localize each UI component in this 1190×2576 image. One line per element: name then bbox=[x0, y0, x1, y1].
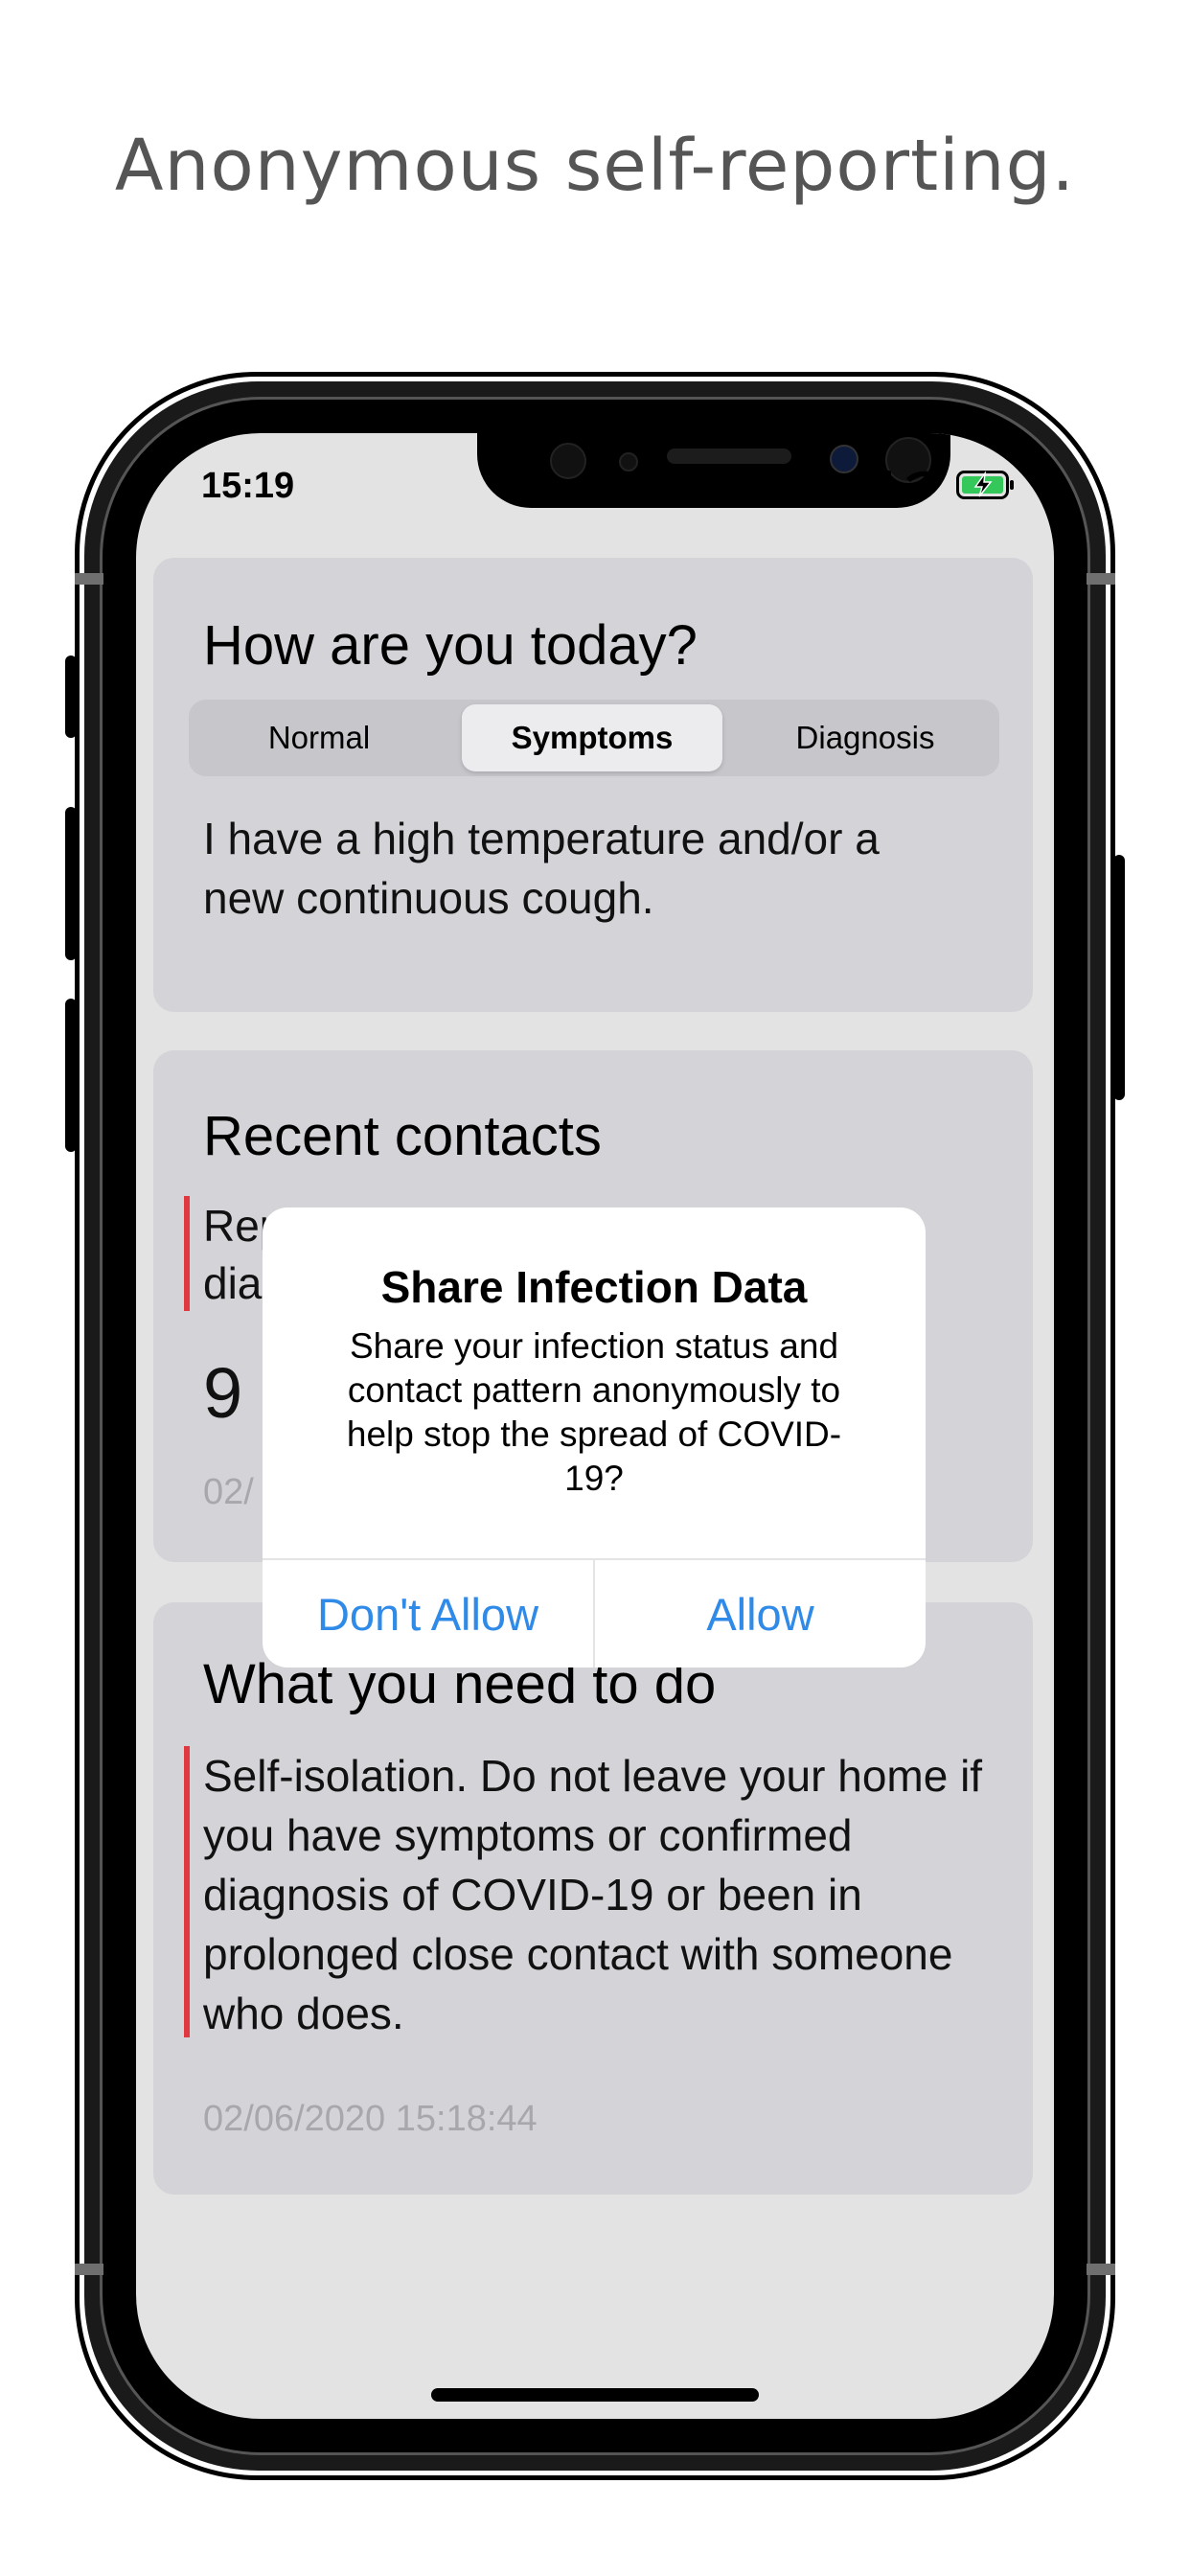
headline: Anonymous self-reporting. bbox=[114, 125, 1076, 207]
share-data-alert: Share Infection Data Share your infectio… bbox=[263, 1208, 926, 1668]
proximity-sensor-icon bbox=[619, 452, 638, 472]
status-card: How are you today? Normal Symptoms Diagn… bbox=[153, 558, 1033, 1012]
speaker-grille bbox=[667, 448, 791, 464]
home-indicator[interactable] bbox=[431, 2388, 759, 2402]
alert-indicator-bar bbox=[184, 1196, 190, 1311]
segment-diagnosis[interactable]: Diagnosis bbox=[735, 704, 995, 771]
segment-normal[interactable]: Normal bbox=[189, 704, 449, 771]
power-button bbox=[1113, 855, 1125, 1100]
phone-screen: 15:19 How are you today? Normal Symptoms… bbox=[136, 433, 1054, 2419]
segment-symptoms[interactable]: Symptoms bbox=[462, 704, 722, 771]
sensor-icon bbox=[550, 443, 586, 479]
todo-advice: Self-isolation. Do not leave your home i… bbox=[203, 1751, 983, 2038]
mute-switch bbox=[65, 656, 77, 738]
wifi-icon bbox=[906, 471, 943, 498]
contacts-card-title: Recent contacts bbox=[203, 1105, 602, 1167]
contacts-report-line2: dia bbox=[203, 1258, 263, 1308]
contacts-count: 9 bbox=[203, 1353, 243, 1433]
volume-down-button bbox=[65, 999, 77, 1152]
antenna-band bbox=[1087, 573, 1115, 585]
status-icons bbox=[849, 470, 1016, 500]
todo-card: What you need to do Self-isolation. Do n… bbox=[153, 1602, 1033, 2195]
antenna-band bbox=[75, 2264, 103, 2275]
alert-message: Share your infection status and contact … bbox=[346, 1326, 842, 1498]
todo-timestamp: 02/06/2020 15:18:44 bbox=[203, 2099, 538, 2139]
dont-allow-button[interactable]: Don't Allow bbox=[263, 1560, 593, 1668]
alert-title: Share Infection Data bbox=[380, 1262, 808, 1312]
status-description: I have a high temperature and/or a new c… bbox=[203, 814, 880, 923]
status-segmented-control: Normal Symptoms Diagnosis bbox=[189, 700, 999, 776]
antenna-band bbox=[1087, 2264, 1115, 2275]
contacts-timestamp: 02/ bbox=[203, 1472, 254, 1512]
volume-up-button bbox=[65, 807, 77, 960]
advice-indicator-bar bbox=[184, 1746, 190, 2037]
status-time: 15:19 bbox=[201, 466, 295, 506]
battery-charging-icon bbox=[956, 471, 1014, 499]
status-card-title: How are you today? bbox=[203, 614, 698, 677]
cellular-signal-icon bbox=[849, 471, 891, 499]
antenna-band bbox=[75, 573, 103, 585]
allow-button[interactable]: Allow bbox=[595, 1560, 926, 1668]
